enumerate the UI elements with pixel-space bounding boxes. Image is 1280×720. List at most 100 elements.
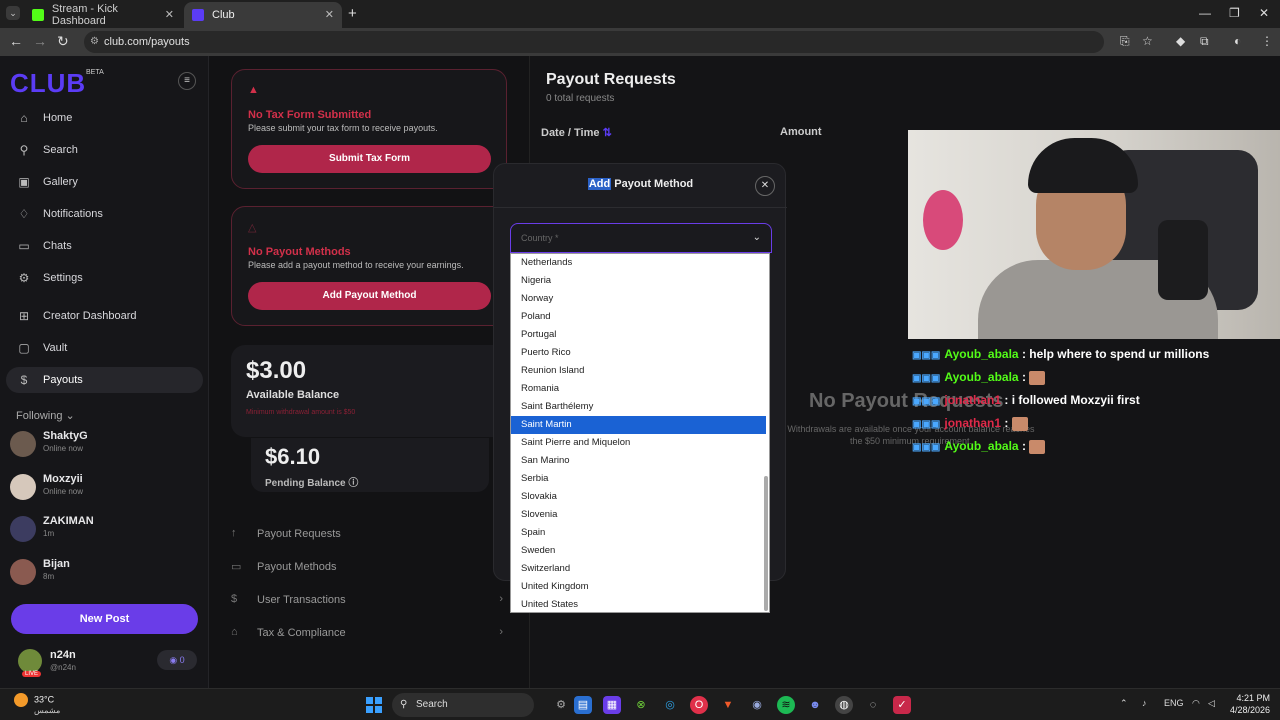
country-option[interactable]: San Marino [511,452,766,470]
forward-icon[interactable]: → [33,33,47,49]
country-option[interactable]: Nigeria [511,272,766,290]
subnav-payout-requests[interactable]: ↑ Payout Requests [231,523,507,547]
following-header[interactable]: Following ⌄ [16,409,75,422]
club-logo[interactable]: CLUB [10,68,86,99]
site-info-icon[interactable]: ⚙ [90,31,99,53]
warning-icon: ▲ [248,84,259,96]
collapse-menu-icon[interactable]: ≡ [178,72,196,90]
country-option[interactable]: Spain [511,524,766,542]
following-item[interactable]: ZAKIMAN 1m [10,513,200,549]
modal-title: Add Payout Method [494,178,787,190]
country-option[interactable]: Slovenia [511,506,766,524]
country-option[interactable]: Saint Barthélemy [511,398,766,416]
store-icon[interactable]: ▤ [574,696,592,714]
minimize-icon[interactable]: — [1199,6,1211,20]
country-option[interactable]: Sweden [511,542,766,560]
close-window-icon[interactable]: ✕ [1259,6,1269,20]
current-user[interactable]: LIVE n24n @n24n ◉ 0 [10,646,200,682]
following-item[interactable]: ShaktyG Online now [10,428,200,464]
sidebar-item-home[interactable]: ⌂ Home [0,105,205,131]
country-option[interactable]: Netherlands [511,254,766,272]
edge-icon[interactable]: ◎ [661,696,679,714]
brave-icon[interactable]: ▼ [719,696,737,714]
url-field[interactable]: ⚙ club.com/payouts [84,31,1104,53]
tab-club[interactable]: Club ✕ [184,2,342,28]
country-select[interactable]: Country * ⌄ [510,223,772,253]
chrome-icon[interactable]: ◍ [835,696,853,714]
country-option[interactable]: Serbia [511,470,766,488]
country-option[interactable]: Poland [511,308,766,326]
menu-icon[interactable]: ⋮ [1261,34,1273,48]
country-option[interactable]: Portugal [511,326,766,344]
opera-icon[interactable]: O [690,696,708,714]
country-option[interactable]: Saint Pierre and Miquelon [511,434,766,452]
country-option[interactable]: Reunion Island [511,362,766,380]
subnav-payout-methods[interactable]: ▭ Payout Methods [231,556,507,580]
sidebar-item-gallery[interactable]: ▣ Gallery [0,169,205,195]
reload-icon[interactable]: ↻ [57,33,69,50]
puzzle-icon[interactable]: ⧉ [1200,34,1209,49]
country-option[interactable]: Switzerland [511,560,766,578]
sidebar-item-vault[interactable]: ▢ Vault [0,335,205,361]
install-icon[interactable]: ⎘ [1120,34,1130,49]
tab-list-button[interactable]: ⌄ [6,6,20,20]
sidebar-item-payouts[interactable]: $ Payouts [6,367,203,393]
sidebar-item-chats[interactable]: ▭ Chats [0,233,205,259]
country-option[interactable]: United Kingdom [511,578,766,596]
new-tab-icon[interactable]: + [348,5,357,22]
spotify-icon[interactable]: ≋ [777,696,795,714]
xbox-icon[interactable]: ⊗ [632,696,650,714]
following-item[interactable]: Moxzyii Online now [10,471,200,507]
language-indicator[interactable]: ENG [1164,698,1184,708]
close-tab-icon[interactable]: ✕ [165,8,174,21]
column-date[interactable]: Date / Time ⇅ [541,126,612,139]
clock[interactable]: 4:21 PM 4/28/2026 [1230,692,1270,716]
discord-icon[interactable]: ☻ [806,696,824,714]
new-post-button[interactable]: New Post [11,604,198,634]
wifi-icon[interactable]: ◠ [1192,698,1200,709]
sidebar-item-creator-dashboard[interactable]: ⊞ Creator Dashboard [0,303,205,329]
subnav-tax-compliance[interactable]: ⌂ Tax & Compliance › [231,622,507,646]
sidebar-item-settings[interactable]: ⚙ Settings [0,265,205,291]
sidebar-item-notifications[interactable]: ♢ Notifications [0,201,205,227]
tab-kick-dashboard[interactable]: Stream - Kick Dashboard ✕ [24,2,182,28]
back-icon[interactable]: ← [9,33,23,49]
volume-icon[interactable]: ◁ [1208,698,1215,709]
tray-chevron-icon[interactable]: ⌃ [1120,698,1128,709]
app-icon[interactable]: ▦ [603,696,621,714]
page-title: Payout Requests [546,71,676,88]
country-option[interactable]: Puerto Rico [511,344,766,362]
dropdown-scrollbar[interactable] [764,476,768,611]
bookmark-star-icon[interactable]: ☆ [1142,34,1153,48]
following-item[interactable]: Bijan 8m [10,556,200,592]
arrow-up-icon: ↑ [231,527,237,539]
taskbar-search[interactable]: ⚲ Search [392,693,534,717]
country-dropdown-list[interactable]: Netherlands Nigeria Norway Poland Portug… [510,253,770,613]
weather-widget[interactable]: 33°C مشمس [14,693,60,715]
coins-button[interactable]: ◉ 0 [157,650,197,670]
info-icon[interactable]: ⓘ [348,478,358,489]
close-icon[interactable]: ✕ [755,176,775,196]
profile-icon[interactable]: ◐ [1234,34,1241,48]
obs-icon[interactable]: ◌ [864,696,882,714]
country-option-selected[interactable]: Saint Martin [511,416,766,434]
extension-icon[interactable]: ◆ [1176,34,1185,48]
modal-title-highlight: Add [587,178,612,190]
steam-icon[interactable]: ◉ [748,696,766,714]
maximize-icon[interactable]: ❐ [1229,6,1240,20]
app2-icon[interactable]: ✓ [893,696,911,714]
subnav-user-transactions[interactable]: $ User Transactions › [231,589,507,613]
country-option[interactable]: Romania [511,380,766,398]
sidebar-item-search[interactable]: ⚲ Search [0,137,205,163]
chevron-right-icon: › [499,626,503,638]
submit-tax-form-button[interactable]: Submit Tax Form [248,145,491,173]
gear-icon: ⚙ [18,271,30,285]
country-option[interactable]: Norway [511,290,766,308]
country-option[interactable]: United States [511,596,766,612]
add-payout-method-button[interactable]: Add Payout Method [248,282,491,310]
close-tab-icon[interactable]: ✕ [325,8,334,21]
country-option[interactable]: Slovakia [511,488,766,506]
windows-start-icon[interactable] [366,697,382,713]
mic-icon[interactable]: ♪ [1142,698,1147,708]
gear-app-icon[interactable]: ⚙ [552,696,570,714]
